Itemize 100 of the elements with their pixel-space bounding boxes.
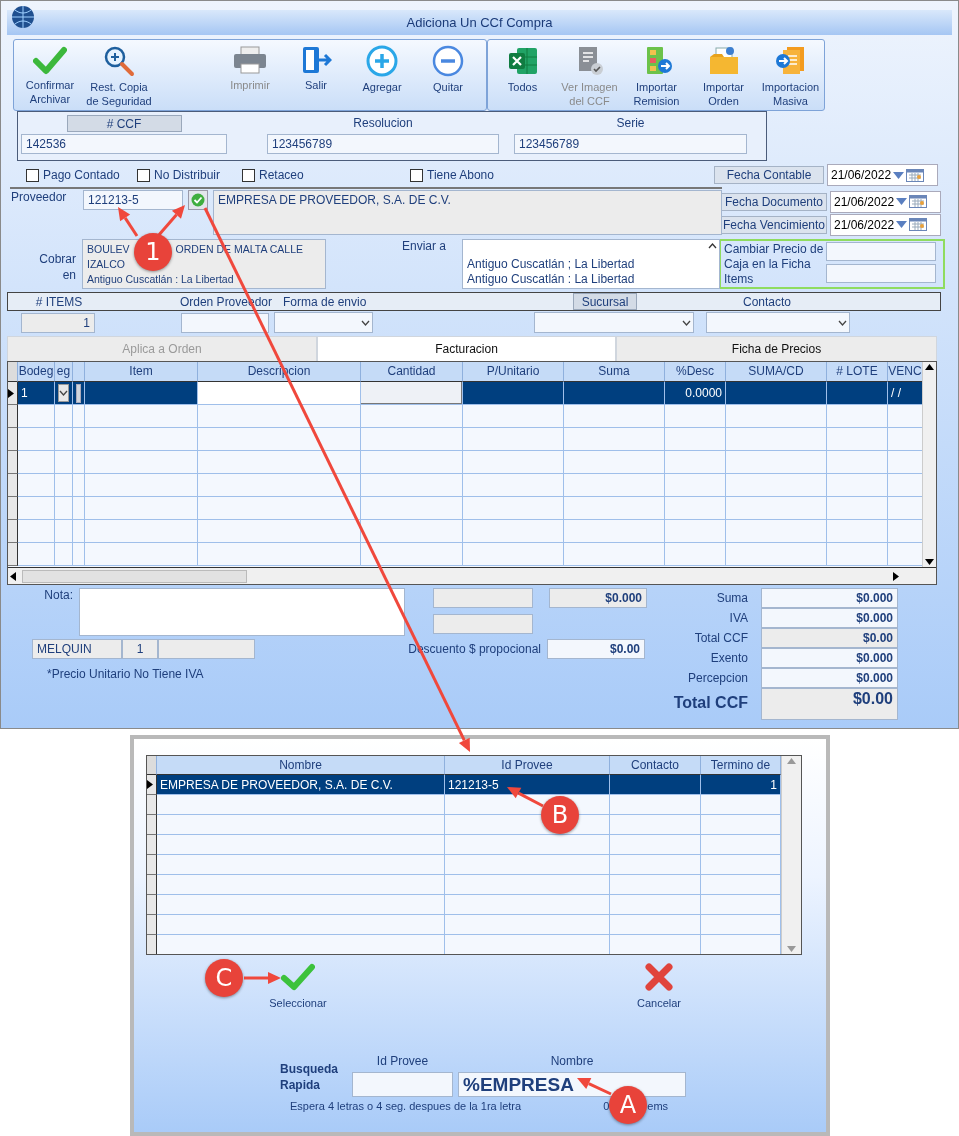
- nota-field[interactable]: [79, 588, 405, 636]
- checkbox[interactable]: [410, 168, 423, 182]
- row-header[interactable]: [147, 775, 157, 795]
- cell-dropdown[interactable]: [58, 384, 69, 402]
- grid-cell: [827, 451, 888, 474]
- scroll-up-icon[interactable]: [925, 364, 934, 370]
- row-header[interactable]: [8, 497, 18, 520]
- proveedor-id-field[interactable]: 121213-5: [83, 190, 183, 210]
- user-field: MELQUIN: [32, 639, 122, 659]
- fecha-contable-button[interactable]: Fecha Contable: [714, 166, 824, 184]
- grid-row[interactable]: 1 0.0000 / /: [8, 382, 922, 405]
- toolbar-button[interactable]: Quitar: [415, 40, 481, 110]
- checkbox[interactable]: [26, 168, 39, 182]
- vertical-scrollbar[interactable]: [922, 362, 936, 567]
- cancel-button[interactable]: Cancelar: [619, 963, 699, 1009]
- calendar-icon[interactable]: [909, 218, 928, 231]
- annotation-arrow: [118, 207, 139, 237]
- date-picker[interactable]: 21/06/2022: [827, 164, 938, 186]
- ccf-label-button[interactable]: # CCF: [66, 115, 182, 132]
- grid-row[interactable]: EMPRESA DE PROVEEDOR, S.A. DE C.V. 121213-5 1: [147, 775, 781, 795]
- toolbar-button[interactable]: Rest. Copia de Seguridad: [83, 40, 155, 110]
- dropdown-arrow-icon[interactable]: [893, 171, 905, 179]
- total-value: $0.00: [761, 688, 898, 720]
- toolbar-button[interactable]: Agregar: [349, 40, 415, 110]
- items-count-field: 1: [21, 312, 95, 333]
- grid-cell: [55, 520, 73, 543]
- grid-cell: [665, 520, 726, 543]
- total-value: $0.000: [761, 588, 898, 608]
- select-button[interactable]: Seleccionar: [258, 963, 338, 1009]
- calendar-icon[interactable]: [906, 168, 925, 182]
- descuento-field[interactable]: $0.00: [547, 639, 645, 659]
- dropdown-caret-icon: [838, 319, 847, 326]
- quick-search-label: Busqueda Rapida: [280, 1061, 339, 1093]
- orden-field[interactable]: [181, 312, 269, 333]
- cell-button[interactable]: [76, 383, 81, 403]
- price-field[interactable]: [826, 242, 936, 261]
- row-header[interactable]: [8, 382, 18, 405]
- toolbar-button[interactable]: Importar Orden: [690, 40, 757, 110]
- ccf-field[interactable]: 142536: [21, 134, 227, 154]
- dropdown-arrow-icon[interactable]: [896, 198, 908, 205]
- fecha-documento-button[interactable]: Fecha Documento: [721, 192, 827, 211]
- row-header[interactable]: [8, 543, 18, 566]
- grid-cell: [18, 405, 55, 428]
- grid-cell: [827, 497, 888, 520]
- amount-field: $0.000: [549, 588, 647, 608]
- scroll-left-icon[interactable]: [10, 571, 16, 581]
- row-header[interactable]: [8, 428, 18, 451]
- total-label: IVA: [728, 610, 748, 627]
- grid-cell: [665, 497, 726, 520]
- row-header[interactable]: [147, 935, 157, 954]
- row-header[interactable]: [147, 855, 157, 875]
- row-header[interactable]: [147, 875, 157, 895]
- serie-field[interactable]: 123456789: [514, 134, 747, 154]
- checkbox[interactable]: [242, 168, 255, 182]
- toolbar-button[interactable]: Todos: [489, 40, 556, 110]
- address-line: IZALCO: [87, 257, 126, 272]
- scroll-right-icon[interactable]: [893, 571, 899, 581]
- plus-circle-icon: [366, 45, 398, 77]
- scroll-up-icon[interactable]: [707, 243, 717, 249]
- grid-cell: [18, 497, 55, 520]
- fecha-vencimiento-button[interactable]: Fecha Vencimiento: [721, 215, 827, 234]
- toolbar-button[interactable]: Importacion Masiva: [757, 40, 824, 110]
- toolbar-button[interactable]: Confirmar Archivar: [17, 40, 83, 110]
- id-search-field[interactable]: [352, 1072, 453, 1097]
- row-header[interactable]: [8, 474, 18, 497]
- price-field[interactable]: [826, 264, 936, 283]
- field-label: Resolucion: [353, 115, 413, 132]
- total-label: Percepcion: [686, 670, 748, 687]
- toolbar-button[interactable]: Importar Remision: [623, 40, 690, 110]
- total-value: $0.000: [761, 608, 898, 628]
- window-title: Adiciona Un CCf Compra: [406, 15, 553, 30]
- validate-button[interactable]: [188, 190, 208, 210]
- folder-document-icon: [707, 45, 740, 77]
- ship-address-box[interactable]: Antiguo Cuscatlán ; La Libertad Antiguo Cuscatlán : La Libertad: [462, 239, 720, 289]
- sucursal-button[interactable]: Sucursal: [573, 293, 637, 310]
- grid-cell[interactable]: [198, 382, 361, 405]
- horizontal-scrollbar[interactable]: [8, 567, 936, 584]
- row-header[interactable]: [8, 520, 18, 543]
- checkbox[interactable]: [137, 168, 150, 182]
- date-picker[interactable]: 21/06/2022: [830, 213, 941, 236]
- tab[interactable]: Ficha de Precios: [616, 336, 937, 361]
- row-header[interactable]: [8, 405, 18, 428]
- scroll-thumb[interactable]: [22, 569, 247, 583]
- header-corner: [147, 756, 157, 775]
- row-header[interactable]: [147, 915, 157, 935]
- row-header[interactable]: [8, 451, 18, 474]
- row-header[interactable]: [147, 835, 157, 855]
- column-header: Termino de: [701, 756, 781, 775]
- total-label: Total CCF: [672, 693, 748, 713]
- dropdown-arrow-icon[interactable]: [896, 221, 908, 228]
- date-picker[interactable]: 21/06/2022: [830, 190, 941, 213]
- tab[interactable]: Facturacion: [317, 336, 616, 361]
- grid-cell: [73, 405, 85, 428]
- calendar-icon[interactable]: [909, 195, 928, 208]
- row-header[interactable]: [147, 815, 157, 835]
- row-header[interactable]: [147, 795, 157, 815]
- resolucion-field[interactable]: 123456789: [267, 134, 499, 154]
- row-header[interactable]: [147, 895, 157, 915]
- scroll-down-icon[interactable]: [925, 559, 934, 565]
- toolbar-button[interactable]: Salir: [283, 40, 349, 110]
